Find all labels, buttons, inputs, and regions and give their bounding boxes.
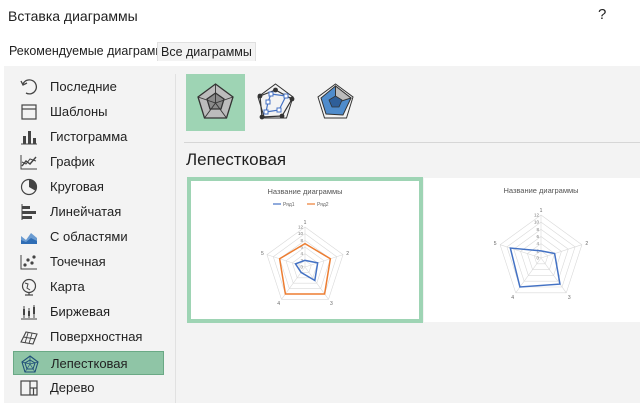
radar-category-label: 5 <box>261 251 264 257</box>
pie-chart-icon <box>20 178 38 196</box>
legend-label-series-2: Ряд2 <box>317 202 329 208</box>
radar-category-label: 3 <box>330 301 333 307</box>
sidebar-item-label: Последние <box>50 79 117 94</box>
subtype-divider <box>184 142 640 143</box>
title-bar: Вставка диаграммы ? <box>0 0 640 34</box>
templates-icon <box>21 104 37 120</box>
column-chart-icon <box>21 131 37 145</box>
preview-chart-title: Название диаграммы <box>267 187 343 196</box>
tab-strip: Рекомендуемые диаграммы Все диаграммы <box>0 42 640 62</box>
sidebar-item-surface[interactable]: Поверхностная <box>13 325 164 349</box>
sidebar-item-stock[interactable]: Биржевая <box>13 300 164 324</box>
sidebar-item-label: Гистограмма <box>50 129 128 144</box>
radar-category-label: 5 <box>494 241 497 247</box>
sidebar-item-label: Карта <box>50 279 85 294</box>
surface-chart-icon <box>20 331 38 345</box>
radar-series-line-1 <box>294 259 319 282</box>
sidebar-item-treemap[interactable]: Дерево <box>13 376 164 400</box>
radar-chart-icon <box>21 355 39 373</box>
sidebar-item-label: Лепестковая <box>51 356 128 371</box>
tab-recommended-charts[interactable]: Рекомендуемые диаграммы <box>6 42 176 60</box>
sidebar-item-label: Линейчатая <box>50 204 122 219</box>
sidebar-item-label: Шаблоны <box>50 104 108 119</box>
radar-spoke <box>266 254 306 268</box>
chart-preview-1[interactable]: Название диаграммы Ряд1 Ряд2 0 2 4 6 8 10 12 1 2… <box>187 177 423 323</box>
area-chart-icon <box>21 233 37 244</box>
sidebar-item-label: С областями <box>50 229 128 244</box>
legend-label-series-1: Ряд1 <box>283 202 295 208</box>
radar-scale-tick-label: 0 <box>300 265 303 270</box>
radar-category-label: 2 <box>585 241 588 247</box>
radar-scale-tick-label: 0 <box>536 256 539 261</box>
radar-chart-1: 02468101212345 <box>261 220 349 307</box>
subtype-filled-radar[interactable] <box>306 74 365 131</box>
sidebar-item-radar[interactable]: Лепестковая <box>13 351 164 375</box>
radar-scale-tick-label: 10 <box>534 220 540 225</box>
bar-chart-icon <box>21 204 36 220</box>
radar-category-label: 3 <box>568 295 571 301</box>
sidebar-item-area[interactable]: С областями <box>13 225 164 249</box>
subtype-radar[interactable] <box>186 74 245 131</box>
radar-category-label: 1 <box>304 220 307 226</box>
chart-preview-2[interactable]: Название диаграммы 0 2 4 6 8 10 12 1 2 3 4 5 <box>423 177 640 323</box>
radar-category-label: 4 <box>277 301 280 307</box>
sidebar-item-bar[interactable]: Линейчатая <box>13 200 164 224</box>
help-button[interactable]: ? <box>598 6 606 23</box>
sidebar-item-map[interactable]: Карта <box>13 275 164 299</box>
line-chart-icon <box>20 155 37 170</box>
sidebar-item-label: Круговая <box>50 179 104 194</box>
filled-radar-subtype-icon <box>317 83 354 119</box>
scatter-chart-icon <box>20 255 37 270</box>
chart-type-list: Последние Шаблоны Гистограмма График Кру… <box>13 74 173 403</box>
stock-chart-icon <box>21 305 37 320</box>
radar-category-label: 2 <box>346 251 349 257</box>
radar-markers-subtype-icon <box>257 83 295 120</box>
sidebar-item-label: График <box>50 154 95 169</box>
sidebar-item-column[interactable]: Гистограмма <box>13 125 164 149</box>
sidebar-item-pie[interactable]: Круговая <box>13 175 164 199</box>
sidebar-item-templates[interactable]: Шаблоны <box>13 100 164 124</box>
preview-chart-title: Название диаграммы <box>503 186 579 195</box>
sidebar-item-line[interactable]: График <box>13 150 164 174</box>
radar-subtype-icon <box>197 83 234 119</box>
treemap-chart-icon <box>20 380 38 396</box>
section-title: Лепестковая <box>186 150 287 169</box>
radar-category-label: 4 <box>511 295 514 301</box>
sidebar-item-label: Точечная <box>50 254 106 269</box>
sidebar-item-recent[interactable]: Последние <box>13 75 164 99</box>
dialog-title: Вставка диаграммы <box>8 8 138 24</box>
sidebar-item-label: Поверхностная <box>50 329 143 344</box>
map-chart-icon <box>21 278 37 296</box>
radar-chart-2: 02468101212345 <box>494 208 589 301</box>
chart-type-panel: Лепестковая Название диаграммы Ряд1 Ряд2… <box>176 66 640 403</box>
radar-spoke <box>500 244 542 259</box>
radar-scale-tick-label: 10 <box>298 231 304 236</box>
sidebar-item-label: Биржевая <box>50 304 110 319</box>
recent-icon <box>20 79 38 95</box>
radar-category-label: 1 <box>540 208 543 214</box>
tab-all-charts[interactable]: Все диаграммы <box>157 42 256 61</box>
subtype-radar-with-markers[interactable] <box>246 74 305 131</box>
sidebar-item-label: Дерево <box>50 380 95 395</box>
sidebar-item-scatter[interactable]: Точечная <box>13 250 164 274</box>
preview-legend: Ряд1 Ряд2 <box>273 202 329 208</box>
